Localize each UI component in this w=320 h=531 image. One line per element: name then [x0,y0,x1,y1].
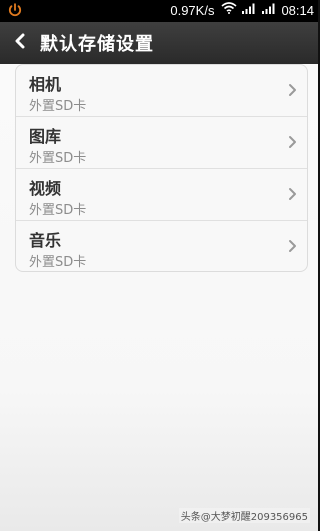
chevron-right-icon [289,188,296,200]
storage-settings-list: 相机 外置SD卡 图库 外置SD卡 视频 外置SD卡 音乐 外置SD卡 [15,64,308,272]
status-right: 0.97K/s 08:14 [170,0,314,22]
item-subtitle: 外置SD卡 [29,203,87,218]
header-bar: 默认存储设置 [0,22,318,64]
item-title: 图库 [29,127,62,146]
list-item-video[interactable]: 视频 外置SD卡 [16,169,307,221]
chevron-right-icon [289,240,296,252]
wifi-icon [221,0,237,22]
page-title: 默认存储设置 [40,34,154,55]
back-arrow-icon [14,33,26,53]
signal-icon [241,0,257,22]
item-title: 音乐 [29,231,62,250]
item-subtitle: 外置SD卡 [29,151,87,166]
signal-icon-2 [261,0,277,22]
watermark: 头条@大梦初醒209356965 [178,508,310,523]
back-button[interactable] [0,22,40,64]
settings-content: 相机 外置SD卡 图库 外置SD卡 视频 外置SD卡 音乐 外置SD卡 头条@大… [0,64,318,531]
power-icon [7,2,23,18]
clock: 08:14 [281,3,314,18]
list-item-gallery[interactable]: 图库 外置SD卡 [16,117,307,169]
item-title: 相机 [29,75,62,94]
item-subtitle: 外置SD卡 [29,255,87,270]
item-subtitle: 外置SD卡 [29,99,87,114]
chevron-right-icon [289,136,296,148]
chevron-right-icon [289,84,296,96]
list-item-camera[interactable]: 相机 外置SD卡 [16,65,307,117]
network-speed: 0.97K/s [170,3,215,18]
item-title: 视频 [29,179,62,198]
list-item-music[interactable]: 音乐 外置SD卡 [16,221,307,271]
status-bar: 0.97K/s 08:14 [0,0,318,22]
